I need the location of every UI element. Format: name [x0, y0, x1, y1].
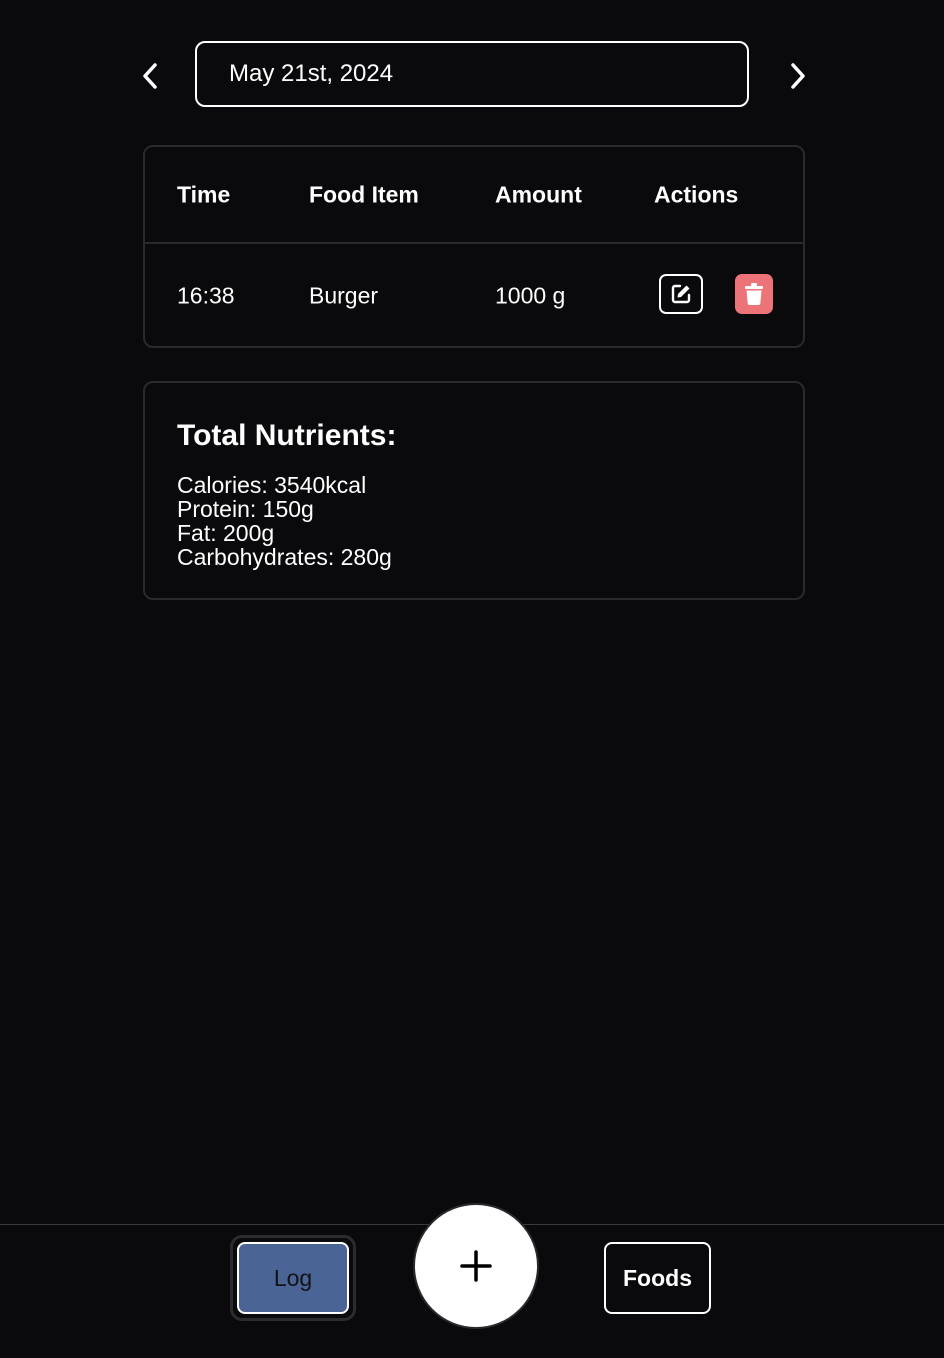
foods-tab-button[interactable]: Foods [604, 1242, 711, 1314]
edit-icon [671, 284, 691, 304]
table-header: Time Food Item Amount Actions [145, 147, 803, 243]
selected-date: May 21st, 2024 [229, 60, 394, 87]
edit-entry-button[interactable] [659, 274, 703, 314]
row-amount: 1000 g [495, 282, 566, 309]
table-row: 16:38 Burger 1000 g [145, 244, 803, 348]
date-picker-field[interactable]: May 21st, 2024 [195, 41, 749, 107]
add-entry-button[interactable] [413, 1203, 539, 1329]
log-tab-button[interactable]: Log [237, 1242, 349, 1314]
protein-value: Protein: 150g [177, 496, 314, 522]
foods-tab-label: Foods [623, 1264, 692, 1291]
nutrients-title: Total Nutrients: [177, 419, 397, 452]
row-time: 16:38 [177, 282, 235, 309]
nutrients-list: Calories: 3540kcal Protein: 150g Fat: 20… [177, 473, 392, 569]
log-tab-label: Log [273, 1264, 313, 1291]
row-food-item: Burger [309, 282, 379, 309]
column-header-amount: Amount [495, 181, 582, 208]
previous-day-button[interactable] [130, 56, 170, 96]
column-header-time: Time [177, 181, 231, 208]
app-page: May 21st, 2024 Time Food Item Amount Act… [0, 0, 944, 1358]
column-header-food-item: Food Item [309, 181, 419, 208]
trash-icon [745, 283, 763, 306]
total-nutrients-card: Total Nutrients: Calories: 3540kcal Prot… [143, 381, 805, 600]
food-log-table: Time Food Item Amount Actions 16:38 Burg… [143, 145, 805, 348]
carbohydrates-value: Carbohydrates: 280g [177, 544, 392, 570]
calories-value: Calories: 3540kcal [177, 472, 367, 498]
chevron-right-icon [791, 63, 805, 89]
chevron-left-icon [143, 63, 157, 89]
next-day-button[interactable] [778, 56, 818, 96]
fat-value: Fat: 200g [177, 520, 275, 546]
column-header-actions: Actions [654, 181, 739, 208]
delete-entry-button[interactable] [735, 274, 773, 314]
plus-icon [460, 1250, 492, 1282]
